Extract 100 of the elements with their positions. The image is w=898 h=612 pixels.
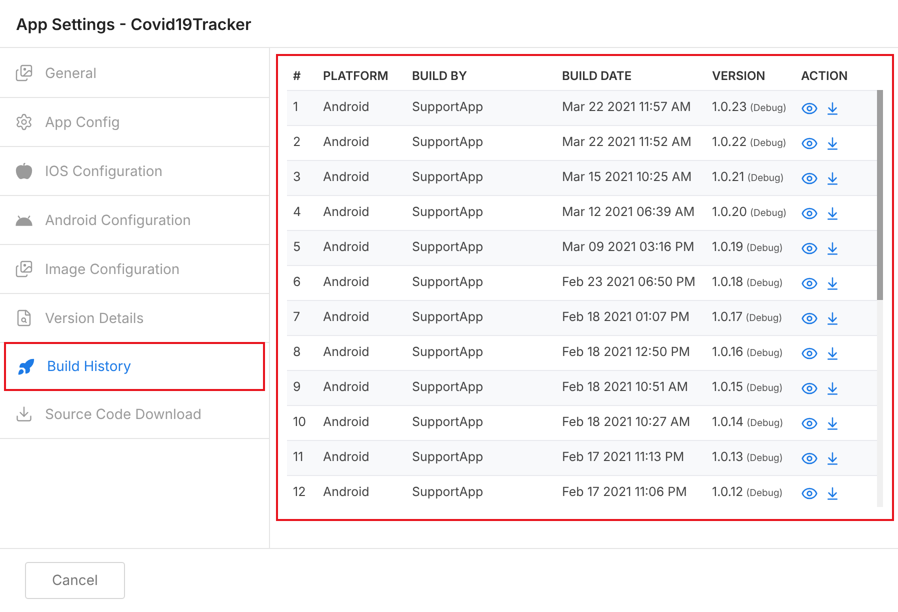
table-cell-text: Feb 18 2021 01:07 PM: [562, 308, 690, 327]
version-text: 1.0.12: [712, 484, 744, 502]
build-type-text: (Debug): [746, 312, 782, 326]
table-cell-text: Feb 17 2021 11:06 PM: [562, 484, 688, 502]
sidebar-item[interactable]: Android Configuration: [0, 196, 269, 245]
apple-icon: [15, 162, 33, 180]
table-cell-text: SupportApp: [412, 344, 484, 362]
build-type-text: (Debug): [746, 276, 783, 291]
download-button[interactable]: [825, 380, 840, 396]
sidebar-item[interactable]: Source Code Download: [0, 390, 269, 439]
download-button[interactable]: [825, 170, 840, 186]
table-cell-text: SupportApp: [412, 168, 484, 187]
sidebar-item[interactable]: General: [0, 49, 269, 98]
version-text: 1.0.22: [712, 134, 747, 152]
window-title: App Settings - Covid19Tracker: [16, 12, 252, 36]
version-text: 1.0.19: [712, 238, 744, 257]
download-button[interactable]: [825, 276, 840, 290]
table-cell-text: Feb 18 2021 10:51 AM: [562, 378, 690, 397]
version-text: 1.0.15: [712, 378, 744, 397]
sidebar-item[interactable]: Image Configuration: [0, 245, 269, 294]
build-type-text: (Debug): [750, 136, 786, 151]
version-text: 1.0.16: [712, 344, 744, 362]
download-button[interactable]: [825, 136, 840, 150]
scrollbar[interactable]: [877, 90, 883, 507]
cancel-button[interactable]: Cancel: [25, 562, 125, 599]
sidebar-item[interactable]: Build History: [4, 342, 265, 391]
build-type-text: (Debug): [746, 452, 783, 466]
version-text: 1.0.21: [712, 168, 744, 187]
table-cell-text: Mar 22 2021 11:57 AM: [562, 98, 692, 117]
table-cell-text: 4: [293, 204, 302, 222]
build-type-text: (Debug): [746, 382, 783, 396]
table-cell-text: 2: [293, 134, 302, 152]
download-button[interactable]: [825, 416, 840, 430]
build-type-text: (Debug): [746, 242, 783, 256]
column-header: BUILD BY: [412, 67, 468, 85]
column-header: VERSION: [712, 67, 766, 85]
table-cell-text: 3: [293, 168, 302, 187]
build-type-text: (Debug): [750, 206, 787, 221]
scrollbar-thumb[interactable]: [877, 90, 883, 300]
table-cell-text: SupportApp: [412, 204, 484, 222]
table-cell-text: Android: [323, 168, 370, 187]
rocket-icon: [17, 358, 35, 376]
table-cell-text: 6: [293, 274, 302, 292]
table-cell-text: Feb 17 2021 11:13 PM: [562, 448, 686, 467]
column-header: ACTION: [801, 67, 849, 85]
table-cell-text: 5: [293, 238, 302, 257]
sidebar-item[interactable]: App Config: [0, 98, 269, 147]
table-cell-text: SupportApp: [412, 484, 484, 502]
table-cell-text: Feb 18 2021 10:27 AM: [562, 414, 692, 432]
table-cell-text: SupportApp: [412, 414, 484, 432]
download-button[interactable]: [825, 310, 840, 326]
version-text: 1.0.14: [712, 414, 744, 432]
table-cell-text: Android: [323, 308, 370, 327]
table-cell-text: Android: [323, 448, 370, 467]
table-cell-text: 7: [293, 308, 302, 327]
sidebar-item[interactable]: IOS Configuration: [0, 147, 269, 196]
table-cell-text: 9: [293, 378, 302, 397]
table-cell-text: Feb 18 2021 12:50 PM: [562, 344, 691, 362]
version-text: 1.0.17: [712, 308, 743, 327]
version-text: 1.0.23: [712, 98, 747, 117]
android-icon: [14, 214, 34, 226]
build-type-text: (Debug): [746, 486, 783, 501]
table-cell-text: 1: [293, 98, 300, 117]
version-text: 1.0.18: [712, 274, 744, 292]
download-button[interactable]: [825, 240, 840, 256]
table-cell-text: SupportApp: [412, 98, 484, 117]
file-search-icon: [15, 309, 33, 327]
table-cell-text: Android: [323, 484, 370, 502]
download-button[interactable]: [825, 486, 840, 500]
table-cell-text: SupportApp: [412, 448, 484, 467]
column-header: BUILD DATE: [562, 67, 633, 85]
download-button[interactable]: [825, 206, 840, 220]
table-cell-text: Android: [323, 274, 370, 292]
download-button[interactable]: [825, 450, 840, 466]
table-cell-text: Android: [323, 414, 370, 432]
build-type-text: (Debug): [747, 172, 784, 186]
table-cell-text: 8: [293, 344, 302, 362]
table-cell-text: Feb 23 2021 06:50 PM: [562, 274, 696, 292]
images-icon: [15, 260, 33, 278]
version-text: 1.0.13: [712, 448, 744, 467]
gear-icon: [15, 113, 33, 131]
download-button[interactable]: [825, 100, 840, 116]
download-button[interactable]: [825, 346, 840, 360]
table-cell-text: SupportApp: [412, 378, 484, 397]
table-cell-text: Mar 15 2021 10:25 AM: [562, 168, 693, 187]
table-cell-text: Mar 12 2021 06:39 AM: [562, 204, 696, 222]
column-header: PLATFORM: [323, 67, 390, 85]
table-cell-text: SupportApp: [412, 274, 484, 292]
table-cell-text: Android: [323, 204, 370, 222]
table-cell-text: Android: [323, 238, 370, 257]
table-cell-text: Mar 09 2021 03:16 PM: [562, 238, 696, 257]
table-cell-text: SupportApp: [412, 238, 484, 257]
table-cell-text: Android: [323, 378, 370, 397]
table-cell-text: Mar 22 2021 11:52 AM: [562, 134, 692, 152]
sidebar-item[interactable]: Version Details: [0, 294, 269, 343]
table-cell-text: 11: [293, 448, 304, 467]
images-icon: [15, 64, 33, 82]
table-cell-text: 10: [293, 414, 307, 432]
download-icon: [15, 405, 33, 423]
build-type-text: (Debug): [746, 346, 783, 361]
